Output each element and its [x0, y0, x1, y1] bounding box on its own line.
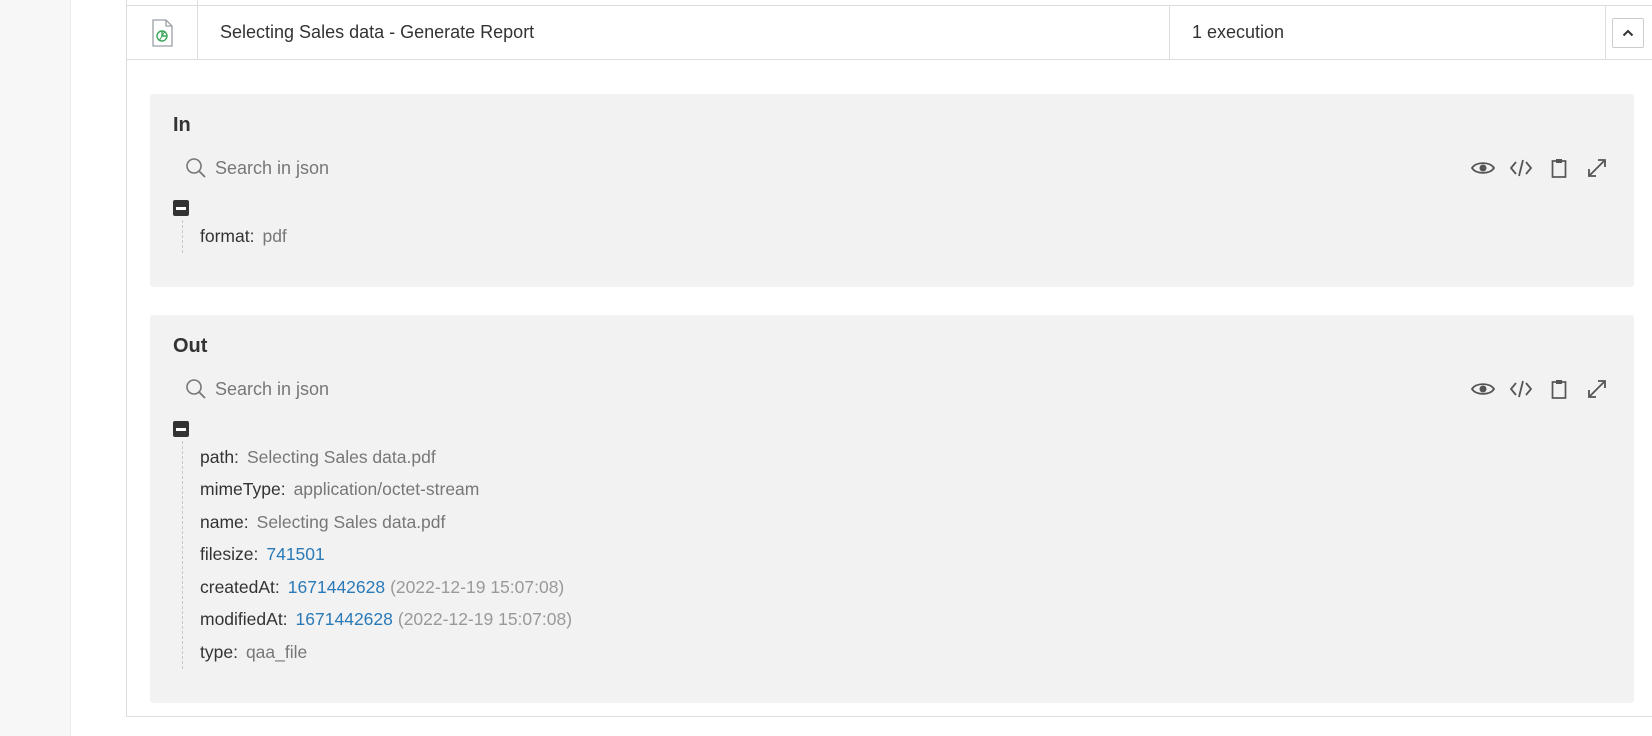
- row-toggle-cell: [1606, 6, 1652, 59]
- in-search: [185, 156, 615, 180]
- json-entry-modifiedat: modifiedAt: 1671442628 (2022-12-19 15:07…: [183, 604, 572, 637]
- document-chart-icon: [152, 18, 173, 47]
- out-code-button[interactable]: [1508, 377, 1534, 401]
- json-value: 741501: [266, 544, 325, 565]
- out-title: Out: [173, 335, 208, 357]
- out-json-tree: path: Selecting Sales data.pdf mimeType:…: [182, 441, 572, 669]
- out-collapse-toggle[interactable]: [173, 421, 189, 437]
- json-value: Selecting Sales data.pdf: [256, 511, 446, 532]
- json-key: path:: [200, 446, 239, 467]
- chevron-up-icon: [1622, 29, 1634, 36]
- in-search-input[interactable]: [215, 157, 615, 179]
- json-entry-createdat: createdAt: 1671442628 (2022-12-19 15:07:…: [183, 571, 572, 604]
- out-search: [185, 377, 615, 401]
- collapse-row-button[interactable]: [1612, 17, 1644, 48]
- json-entry-path: path: Selecting Sales data.pdf: [183, 441, 572, 474]
- expand-icon: [1588, 380, 1606, 398]
- json-value: 1671442628: [295, 609, 393, 630]
- code-icon: [1509, 380, 1533, 398]
- json-value: pdf: [262, 225, 287, 246]
- row-name: Selecting Sales data - Generate Report: [198, 6, 1170, 59]
- in-copy-button[interactable]: [1546, 156, 1572, 180]
- json-entry-filesize: filesize: 741501: [183, 539, 572, 572]
- page: Selecting Sales data - Generate Report 1…: [0, 0, 1652, 736]
- code-icon: [1509, 159, 1533, 177]
- out-toolbar: [1470, 377, 1610, 401]
- json-entry-mimetype: mimeType: application/octet-stream: [183, 474, 572, 507]
- json-key: filesize:: [200, 544, 259, 565]
- in-view-button[interactable]: [1470, 156, 1496, 180]
- out-search-input[interactable]: [215, 378, 615, 400]
- json-date-hint: (2022-12-19 15:07:08): [397, 609, 573, 630]
- json-key: createdAt:: [200, 576, 280, 597]
- in-json-viewer: In Search in json format: pdf: [150, 94, 1634, 287]
- out-view-button[interactable]: [1470, 377, 1496, 401]
- in-collapse-toggle[interactable]: [173, 200, 189, 216]
- clipboard-icon: [1551, 380, 1567, 399]
- json-key: mimeType:: [200, 479, 286, 500]
- in-json-tree: format: pdf: [182, 220, 287, 253]
- out-json-viewer: Out Search in json path: Selecting Sales…: [150, 315, 1634, 703]
- json-key: name:: [200, 511, 249, 532]
- left-gutter: [0, 0, 71, 736]
- json-entry-format: format: pdf: [183, 220, 287, 253]
- json-value: qaa_file: [245, 641, 308, 662]
- row-icon-cell: [127, 6, 198, 59]
- out-expand-button[interactable]: [1584, 377, 1610, 401]
- eye-icon: [1471, 383, 1495, 395]
- search-icon: [186, 158, 206, 178]
- in-toolbar: [1470, 156, 1610, 180]
- search-icon: [186, 379, 206, 399]
- json-value: Selecting Sales data.pdf: [246, 446, 436, 467]
- table-row[interactable]: Selecting Sales data - Generate Report 1…: [127, 5, 1652, 60]
- json-entry-type: type: qaa_file: [183, 636, 572, 669]
- json-value: 1671442628: [287, 576, 386, 597]
- in-expand-button[interactable]: [1584, 156, 1610, 180]
- expand-icon: [1588, 159, 1606, 177]
- execution-panel: Selecting Sales data - Generate Report 1…: [126, 0, 1652, 717]
- json-key: format:: [200, 225, 255, 246]
- in-code-button[interactable]: [1508, 156, 1534, 180]
- json-key: modifiedAt:: [200, 609, 288, 630]
- json-key: type:: [200, 641, 238, 662]
- json-value: application/octet-stream: [293, 479, 480, 500]
- in-title: In: [173, 114, 191, 136]
- json-date-hint: (2022-12-19 15:07:08): [390, 576, 565, 597]
- out-copy-button[interactable]: [1546, 377, 1572, 401]
- eye-icon: [1471, 162, 1495, 174]
- clipboard-icon: [1551, 159, 1567, 178]
- row-executions: 1 execution: [1170, 6, 1606, 59]
- json-entry-name: name: Selecting Sales data.pdf: [183, 506, 572, 539]
